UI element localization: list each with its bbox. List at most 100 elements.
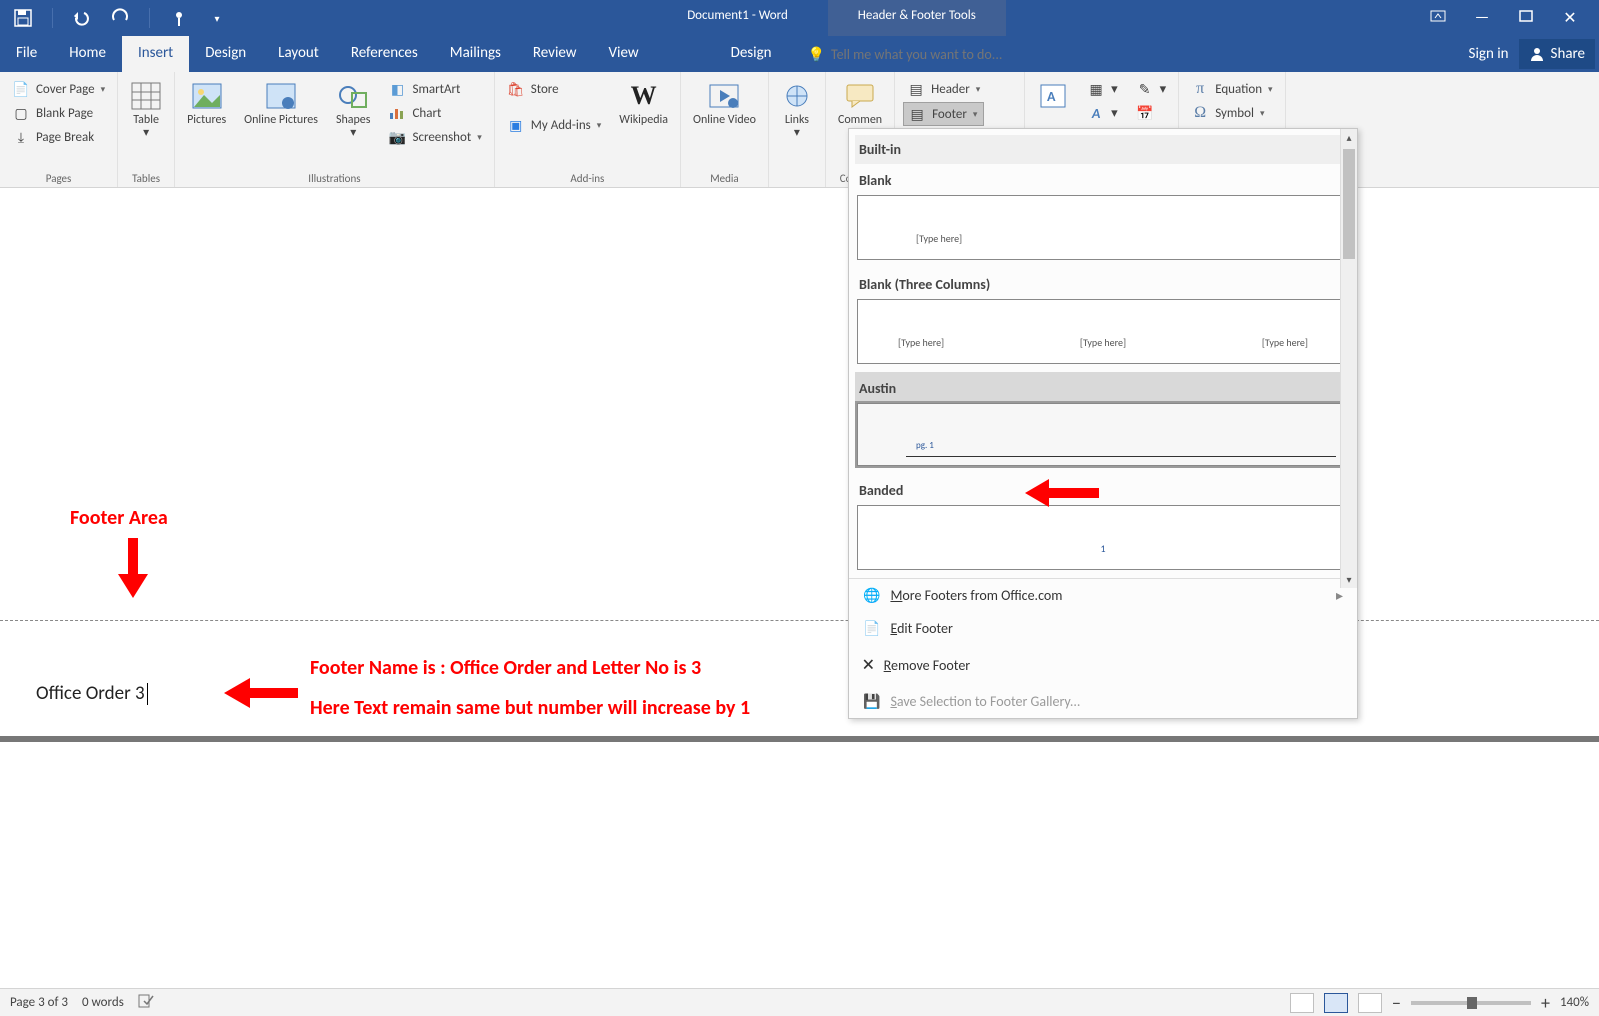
page-break-button[interactable]: ⤓Page Break — [8, 126, 109, 148]
footer-button[interactable]: ▤Footer — [903, 102, 984, 126]
zoom-level[interactable]: 140% — [1560, 995, 1589, 1010]
pictures-icon — [191, 80, 223, 112]
table-icon — [130, 80, 162, 112]
symbol-icon: Ω — [1191, 104, 1209, 122]
text-box-button[interactable]: A — [1033, 78, 1073, 114]
status-page[interactable]: Page 3 of 3 — [10, 995, 68, 1010]
tab-references[interactable]: References — [335, 36, 434, 72]
gallery-item-austin[interactable]: pg. 1 — [857, 403, 1349, 466]
gallery-scrollbar[interactable]: ▴ ▾ — [1340, 129, 1357, 588]
annotation-line1: Footer Name is : Office Order and Letter… — [310, 656, 701, 680]
equation-icon: π — [1191, 80, 1209, 98]
share-icon — [1529, 46, 1545, 62]
status-words[interactable]: 0 words — [82, 995, 124, 1010]
save-icon[interactable] — [10, 5, 36, 31]
smartart-button[interactable]: ◧SmartArt — [384, 78, 485, 100]
redo-icon[interactable] — [107, 5, 133, 31]
tell-me-input[interactable] — [831, 46, 1091, 63]
title-bar: ▾ Document1 - Word Header & Footer Tools… — [0, 0, 1599, 36]
more-footers-command[interactable]: 🌐 More Footers from Office.com ▸ — [849, 579, 1357, 612]
tab-view[interactable]: View — [593, 36, 655, 72]
chart-button[interactable]: Chart — [384, 102, 485, 124]
date-time-button[interactable]: 📅 — [1132, 102, 1171, 124]
header-button[interactable]: ▤Header — [903, 78, 984, 100]
close-icon[interactable]: ✕ — [1555, 8, 1585, 28]
remove-icon: 🗙 — [863, 653, 874, 677]
my-addins-button[interactable]: ▣My Add-ins — [503, 114, 606, 136]
window-controls: — ✕ — [1423, 8, 1599, 28]
table-button[interactable]: Table▾ — [126, 78, 166, 142]
symbol-button[interactable]: ΩSymbol — [1187, 102, 1276, 124]
equation-button[interactable]: πEquation — [1187, 78, 1276, 100]
tab-design[interactable]: Design — [189, 36, 262, 72]
group-label: Illustrations — [183, 170, 486, 185]
tab-layout[interactable]: Layout — [262, 36, 335, 72]
remove-footer-command[interactable]: 🗙 Remove Footer — [849, 645, 1357, 685]
page-break-icon: ⤓ — [12, 128, 30, 146]
status-bar: Page 3 of 3 0 words − + 140% — [0, 988, 1599, 1016]
pictures-button[interactable]: Pictures — [183, 78, 230, 129]
links-icon — [781, 80, 813, 112]
shapes-button[interactable]: Shapes▾ — [332, 78, 375, 142]
undo-icon[interactable] — [69, 5, 95, 31]
tab-home[interactable]: Home — [53, 36, 122, 72]
tab-mailings[interactable]: Mailings — [434, 36, 517, 72]
quick-parts-button[interactable]: ▦▾ — [1083, 78, 1122, 100]
sign-in-link[interactable]: Sign in — [1469, 45, 1509, 63]
zoom-slider-thumb[interactable] — [1467, 997, 1477, 1009]
online-pictures-icon — [265, 80, 297, 112]
group-illustrations: Pictures Online Pictures Shapes▾ ◧SmartA… — [175, 72, 495, 187]
group-links: Links▾ — [769, 72, 826, 187]
blank-page-button[interactable]: ▢Blank Page — [8, 102, 109, 124]
edit-footer-command[interactable]: 📄 Edit Footer — [849, 612, 1357, 645]
comment-button[interactable]: Commen — [834, 78, 886, 129]
maximize-icon[interactable] — [1511, 8, 1541, 28]
read-mode-button[interactable] — [1290, 993, 1314, 1013]
proofing-icon[interactable] — [138, 994, 154, 1012]
cover-page-button[interactable]: 📄Cover Page — [8, 78, 109, 100]
signature-icon: ✎ — [1136, 80, 1154, 98]
group-label: Tables — [126, 170, 166, 185]
store-button[interactable]: 🛍Store — [503, 78, 606, 100]
gallery-item-austin-title: Austin — [855, 372, 1351, 401]
document-footer-text[interactable]: Office Order 3 — [36, 682, 148, 705]
tab-review[interactable]: Review — [517, 36, 593, 72]
signature-line-button[interactable]: ✎▾ — [1132, 78, 1171, 100]
online-video-button[interactable]: Online Video — [689, 78, 760, 129]
touch-mode-icon[interactable] — [166, 5, 192, 31]
web-layout-button[interactable] — [1358, 993, 1382, 1013]
header-icon: ▤ — [907, 80, 925, 98]
gallery-item-blank-three-columns[interactable]: [Type here] [Type here] [Type here] — [857, 299, 1349, 364]
zoom-out-button[interactable]: − — [1392, 992, 1401, 1014]
addins-icon: ▣ — [507, 116, 525, 134]
share-button[interactable]: Share — [1519, 39, 1595, 69]
text-cursor — [147, 683, 148, 705]
screenshot-button[interactable]: 📷Screenshot — [384, 126, 485, 148]
print-layout-button[interactable] — [1324, 993, 1348, 1013]
gallery-item-blank-title: Blank — [855, 164, 1351, 193]
online-pictures-button[interactable]: Online Pictures — [240, 78, 322, 129]
lightbulb-icon: 💡 — [808, 46, 825, 63]
wikipedia-button[interactable]: WWikipedia — [615, 78, 672, 129]
links-button[interactable]: Links▾ — [777, 78, 817, 142]
gallery-item-banded[interactable]: 1 — [857, 505, 1349, 570]
wikipedia-icon: W — [628, 80, 660, 112]
wordart-button[interactable]: A▾ — [1083, 102, 1122, 124]
page-icon: 📄 — [863, 620, 880, 637]
scrollbar-thumb[interactable] — [1343, 149, 1355, 259]
tab-file[interactable]: File — [0, 36, 53, 72]
tab-insert[interactable]: Insert — [122, 36, 189, 72]
ribbon-display-options-icon[interactable] — [1423, 8, 1453, 28]
group-pages: 📄Cover Page ▢Blank Page ⤓Page Break Page… — [0, 72, 118, 187]
chart-icon — [388, 104, 406, 122]
group-label: Add-ins — [503, 170, 672, 185]
qat-customize-icon[interactable]: ▾ — [204, 5, 230, 31]
gallery-item-blank[interactable]: [Type here] — [857, 195, 1349, 260]
annotation-line2: Here Text remain same but number will in… — [310, 696, 750, 720]
ribbon-tabs: File Home Insert Design Layout Reference… — [0, 36, 1599, 72]
minimize-icon[interactable]: — — [1467, 8, 1497, 28]
zoom-in-button[interactable]: + — [1541, 992, 1550, 1014]
zoom-slider[interactable] — [1411, 1001, 1531, 1005]
screenshot-icon: 📷 — [388, 128, 406, 146]
tab-context-design[interactable]: Design — [715, 36, 788, 72]
